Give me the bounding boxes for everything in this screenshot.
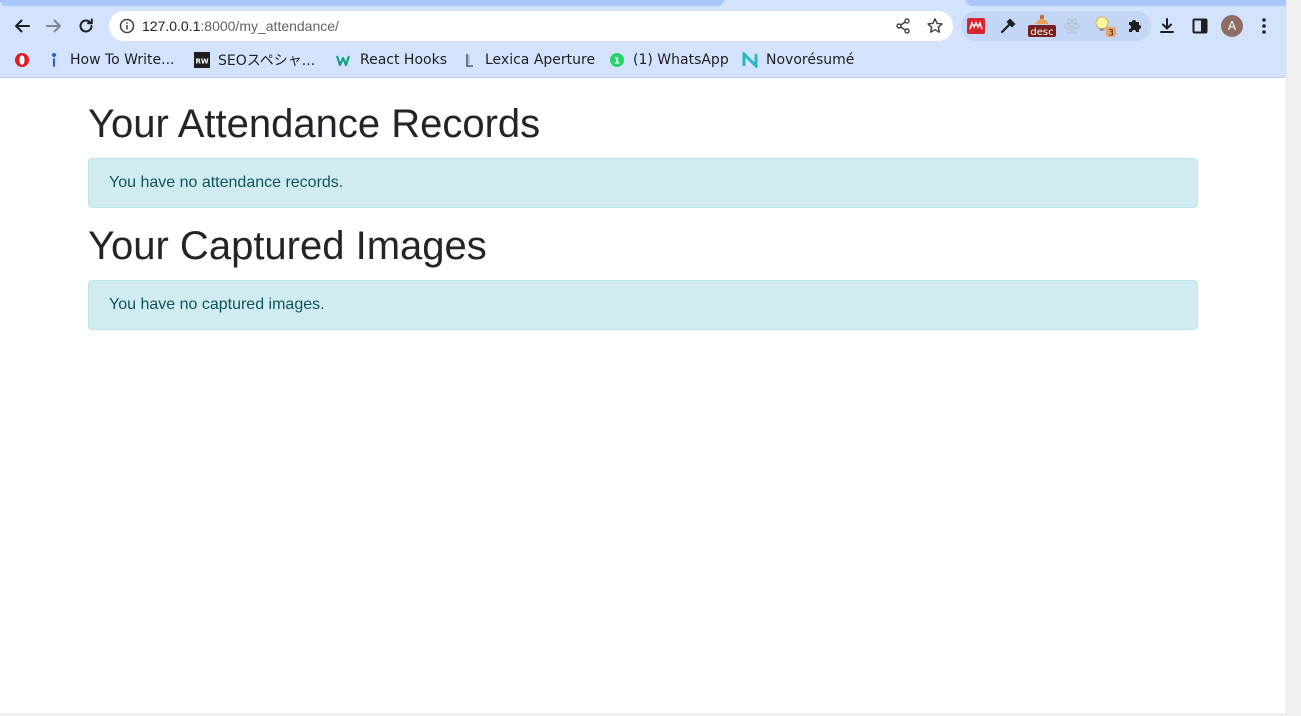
puzzle-piece-icon[interactable] bbox=[1125, 16, 1145, 36]
bookmark-label: SEOスペシャ... bbox=[218, 53, 316, 69]
attendance-section: Your Attendance Records You have no atte… bbox=[88, 100, 1198, 208]
bookmark-label: How To Write... bbox=[70, 52, 175, 68]
url-text[interactable]: 127.0.0.1:8000/my_attendance/ bbox=[142, 18, 339, 34]
images-section: Your Captured Images You have no capture… bbox=[88, 222, 1198, 330]
share-icon[interactable] bbox=[894, 17, 912, 40]
react-devtools-icon[interactable] bbox=[1062, 16, 1082, 36]
svg-text:1: 1 bbox=[614, 57, 620, 67]
images-empty-alert: You have no captured images. bbox=[88, 280, 1198, 330]
eyedropper-extension-icon[interactable] bbox=[998, 16, 1018, 36]
rw-icon: RW bbox=[194, 52, 210, 68]
images-heading: Your Captured Images bbox=[88, 224, 487, 268]
url-host: 127.0.0.1 bbox=[142, 18, 201, 34]
more-menu-icon[interactable] bbox=[1253, 15, 1275, 37]
attendance-empty-alert: You have no attendance records. bbox=[88, 158, 1198, 208]
bookmark-lexica[interactable]: Lexica Aperture bbox=[461, 49, 595, 71]
images-empty-message: You have no captured images. bbox=[109, 296, 325, 313]
bookmark-label: Lexica Aperture bbox=[485, 52, 596, 68]
opera-bookmark[interactable] bbox=[14, 49, 38, 71]
reload-icon bbox=[79, 18, 93, 33]
desc-extension-icon[interactable]: desc bbox=[1027, 15, 1057, 38]
bookmark-label: React Hooks bbox=[360, 52, 447, 68]
bookmarks-bar: How To Write... RW SEOスペシャ... React Hook… bbox=[0, 47, 1286, 71]
arrow-left-icon bbox=[15, 19, 30, 33]
page-content: Your Attendance Records You have no atte… bbox=[0, 78, 1286, 716]
tab-other[interactable] bbox=[966, 0, 1286, 6]
w-logo-icon bbox=[336, 52, 352, 68]
side-panel-icon[interactable] bbox=[1189, 15, 1211, 37]
n-logo-icon bbox=[742, 52, 758, 68]
profile-avatar[interactable]: A bbox=[1221, 15, 1243, 37]
forward-button[interactable] bbox=[40, 12, 68, 40]
bookmark-novoresume[interactable]: Novorésumé bbox=[742, 49, 854, 71]
download-icon[interactable] bbox=[1156, 15, 1178, 37]
back-button[interactable] bbox=[8, 12, 36, 40]
arrow-right-icon bbox=[46, 19, 61, 33]
desc-badge: desc bbox=[1030, 27, 1053, 38]
whatsapp-icon: 1 bbox=[609, 52, 625, 68]
url-path: :8000/my_attendance/ bbox=[200, 18, 339, 34]
svg-text:RW: RW bbox=[195, 58, 208, 66]
lexica-icon bbox=[461, 52, 477, 68]
mendeley-extension-icon[interactable] bbox=[966, 16, 986, 36]
bookmark-whatsapp[interactable]: 1 (1) WhatsApp bbox=[609, 49, 729, 71]
info-icon[interactable] bbox=[119, 18, 135, 39]
tab-strip bbox=[0, 0, 1286, 7]
reload-button[interactable] bbox=[72, 12, 100, 40]
browser-toolbar: 127.0.0.1:8000/my_attendance/ desc 3 A H… bbox=[0, 0, 1286, 78]
tab-current[interactable] bbox=[0, 0, 724, 6]
extension-count-badge: 3 bbox=[1108, 29, 1114, 38]
bookmark-seo[interactable]: RW SEOスペシャ... bbox=[194, 49, 315, 71]
extensions-tray: desc 3 bbox=[961, 11, 1151, 41]
attendance-empty-message: You have no attendance records. bbox=[109, 174, 344, 191]
bookmark-how-to-write[interactable]: How To Write... bbox=[46, 49, 175, 71]
lightbulb-extension-icon[interactable]: 3 bbox=[1092, 16, 1118, 38]
bookmark-label: (1) WhatsApp bbox=[633, 52, 729, 68]
bookmark-star-icon[interactable] bbox=[926, 17, 944, 40]
address-bar[interactable]: 127.0.0.1:8000/my_attendance/ bbox=[109, 11, 953, 41]
bookmark-label: Novorésumé bbox=[766, 52, 855, 68]
opera-icon bbox=[14, 52, 30, 68]
pen-nib-icon bbox=[46, 52, 62, 68]
bookmark-react-hooks[interactable]: React Hooks bbox=[336, 49, 447, 71]
vertical-scrollbar[interactable] bbox=[1286, 0, 1301, 716]
attendance-heading: Your Attendance Records bbox=[88, 102, 541, 146]
